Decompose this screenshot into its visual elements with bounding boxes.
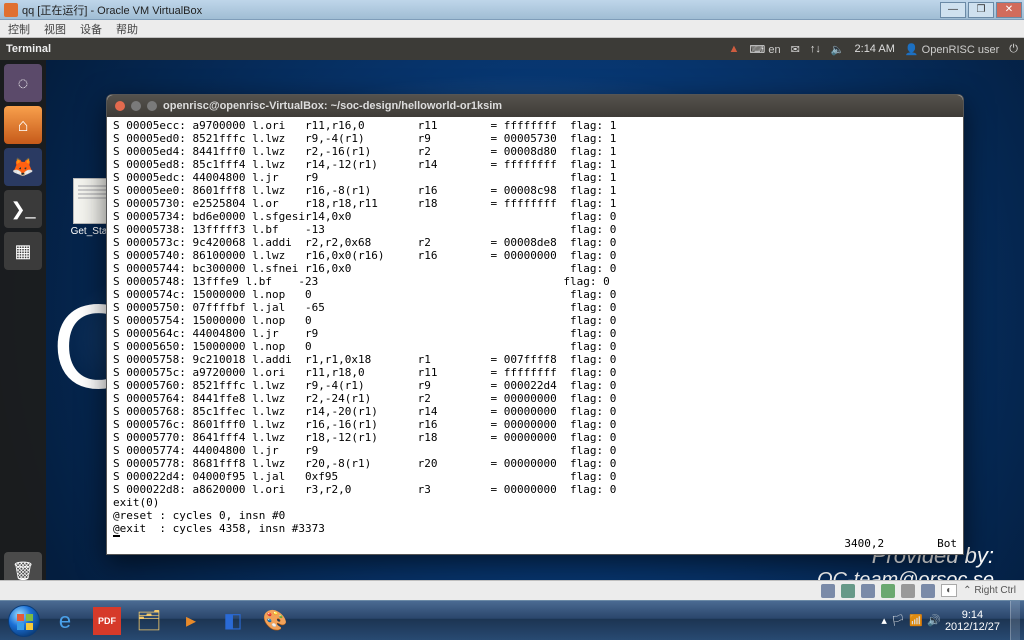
windows-taskbar: e PDF 🗂 ▸ ◧ 🎨 ▴ 🏳 📶 🔊 9:14 2012/12/27 (0, 600, 1024, 640)
taskbar-pdf[interactable]: PDF (87, 605, 127, 637)
maximize-button[interactable]: ❐ (968, 2, 994, 18)
taskbar-wmp[interactable]: ▸ (171, 605, 211, 637)
session-menu[interactable]: 👤 OpenRISC user (905, 43, 999, 56)
keyboard-indicator[interactable]: ⌨ en (749, 43, 780, 56)
ubuntu-panel[interactable]: Terminal ▲ ⌨ en ✉ ↑↓ 🔈 2:14 AM 👤 OpenRIS… (0, 38, 1024, 60)
terminal-window[interactable]: openrisc@openrisc-VirtualBox: ~/soc-desi… (106, 94, 964, 555)
taskbar-explorer[interactable]: 🗂 (129, 605, 169, 637)
shared-folder-icon[interactable] (901, 584, 915, 598)
nautilus-icon[interactable]: ⌂ (4, 106, 42, 144)
unity-launcher: ◌ ⌂ 🦊 ❯_ ▦ 🗑 (0, 60, 46, 600)
power-icon[interactable]: ⏻ (1009, 43, 1018, 56)
host-key-label: ⌃ Right Ctrl (963, 585, 1016, 596)
windows-orb-icon (8, 605, 40, 637)
tray-network-icon[interactable]: 📶 (909, 614, 923, 628)
firefox-icon[interactable]: 🦊 (4, 148, 42, 186)
virtualbox-menubar: 控制 视图 设备 帮助 (0, 20, 1024, 38)
host-window-title: qq [正在运行] - Oracle VM VirtualBox (22, 2, 202, 18)
warning-icon[interactable]: ▲ (729, 43, 740, 55)
mail-icon[interactable]: ✉ (791, 43, 800, 56)
workspace-icon[interactable]: ▦ (4, 232, 42, 270)
vim-statusline: 3400,2 Bot (107, 537, 963, 554)
tray-chevron-icon[interactable]: ▴ (881, 614, 887, 627)
optical-icon[interactable] (841, 584, 855, 598)
mouse-capture-indicator[interactable]: ◐ (941, 584, 957, 597)
network-icon[interactable]: ↑↓ (810, 43, 821, 55)
active-window-title: Terminal (6, 43, 51, 55)
volume-icon[interactable]: 🔈 (831, 43, 845, 56)
network-activity-icon[interactable] (881, 584, 895, 598)
usb-icon[interactable] (861, 584, 875, 598)
terminal-title: openrisc@openrisc-VirtualBox: ~/soc-desi… (163, 100, 502, 112)
hd-activity-icon[interactable] (821, 584, 835, 598)
terminal-icon[interactable]: ❯_ (4, 190, 42, 228)
minimize-button[interactable]: — (940, 2, 966, 18)
guest-display: O Terminal ▲ ⌨ en ✉ ↑↓ 🔈 2:14 AM 👤 OpenR… (0, 38, 1024, 600)
clock[interactable]: 2:14 AM (855, 43, 895, 55)
indicator-area: ▲ ⌨ en ✉ ↑↓ 🔈 2:14 AM 👤 OpenRISC user ⏻ (729, 43, 1018, 56)
taskbar-paint[interactable]: 🎨 (255, 605, 295, 637)
virtualbox-icon (4, 3, 18, 17)
show-desktop-button[interactable] (1010, 601, 1020, 641)
close-button[interactable]: ✕ (996, 2, 1022, 18)
start-button[interactable] (4, 601, 44, 641)
menu-help[interactable]: 帮助 (116, 21, 138, 37)
tray-volume-icon[interactable]: 🔊 (927, 614, 941, 628)
taskbar-virtualbox[interactable]: ◧ (213, 605, 253, 637)
taskbar-ie[interactable]: e (45, 605, 85, 637)
system-tray: ▴ 🏳 📶 🔊 9:14 2012/12/27 (881, 601, 1024, 641)
window-maximize-icon[interactable] (147, 101, 157, 111)
host-window-titlebar[interactable]: qq [正在运行] - Oracle VM VirtualBox — ❐ ✕ (0, 0, 1024, 20)
terminal-output[interactable]: S 00005ecc: a9700000 l.ori r11,r16,0 r11… (107, 117, 963, 537)
dash-icon[interactable]: ◌ (4, 64, 42, 102)
window-minimize-icon[interactable] (131, 101, 141, 111)
window-close-icon[interactable] (115, 101, 125, 111)
menu-control[interactable]: 控制 (8, 21, 30, 37)
menu-devices[interactable]: 设备 (80, 21, 102, 37)
menu-view[interactable]: 视图 (44, 21, 66, 37)
taskbar-clock[interactable]: 9:14 2012/12/27 (945, 609, 1000, 633)
tray-flag-icon[interactable]: 🏳 (891, 614, 905, 628)
display-icon[interactable] (921, 584, 935, 598)
virtualbox-statusbar: ◐ ⌃ Right Ctrl (0, 580, 1024, 600)
terminal-titlebar[interactable]: openrisc@openrisc-VirtualBox: ~/soc-desi… (107, 95, 963, 117)
